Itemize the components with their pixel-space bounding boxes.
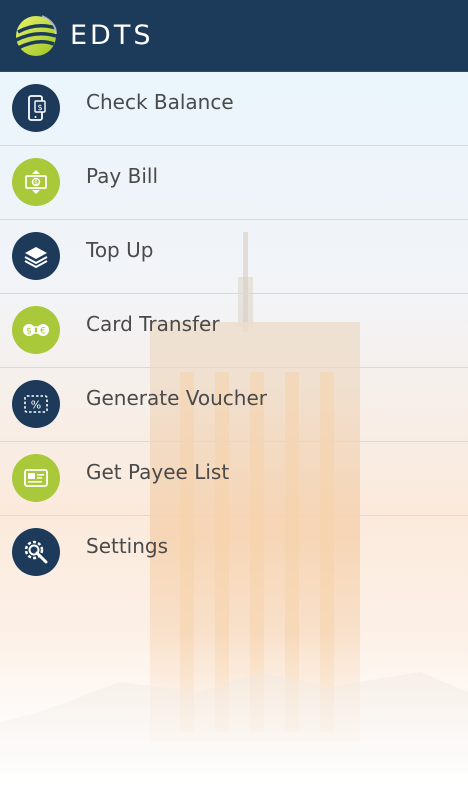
menu-item-top-up[interactable]: Top Up xyxy=(0,220,468,294)
svg-text:$: $ xyxy=(37,103,42,112)
gear-wrench-icon xyxy=(12,528,60,576)
percent-voucher-icon: % xyxy=(12,380,60,428)
menu-item-label: Pay Bill xyxy=(86,164,159,188)
layers-icon xyxy=(12,232,60,280)
currency-exchange-icon: $ € xyxy=(12,306,60,354)
menu-item-check-balance[interactable]: $ Check Balance xyxy=(0,72,468,146)
mobile-balance-icon: $ xyxy=(12,84,60,132)
svg-text:$: $ xyxy=(34,180,38,187)
globe-swirl-logo-icon xyxy=(15,14,57,56)
payee-card-icon xyxy=(12,454,60,502)
menu-item-pay-bill[interactable]: $ Pay Bill xyxy=(0,146,468,220)
menu-item-label: Get Payee List xyxy=(86,460,230,484)
menu-item-label: Check Balance xyxy=(86,90,234,114)
app-header: EDTS xyxy=(0,0,468,72)
menu-item-settings[interactable]: Settings xyxy=(0,516,468,590)
menu-item-card-transfer[interactable]: $ € Card Transfer xyxy=(0,294,468,368)
menu-item-label: Top Up xyxy=(86,238,154,262)
menu-item-label: Settings xyxy=(86,534,169,558)
brand-name: EDTS xyxy=(70,20,154,51)
cash-bill-icon: $ xyxy=(12,158,60,206)
menu-item-label: Card Transfer xyxy=(86,312,220,336)
svg-text:€: € xyxy=(40,327,46,337)
svg-text:$: $ xyxy=(26,327,32,337)
main-menu: $ Check Balance $ Pay Bill Top Up $ € Ca… xyxy=(0,72,468,590)
menu-item-get-payee-list[interactable]: Get Payee List xyxy=(0,442,468,516)
svg-text:%: % xyxy=(31,399,41,412)
menu-item-label: Generate Voucher xyxy=(86,386,268,410)
menu-item-generate-voucher[interactable]: % Generate Voucher xyxy=(0,368,468,442)
